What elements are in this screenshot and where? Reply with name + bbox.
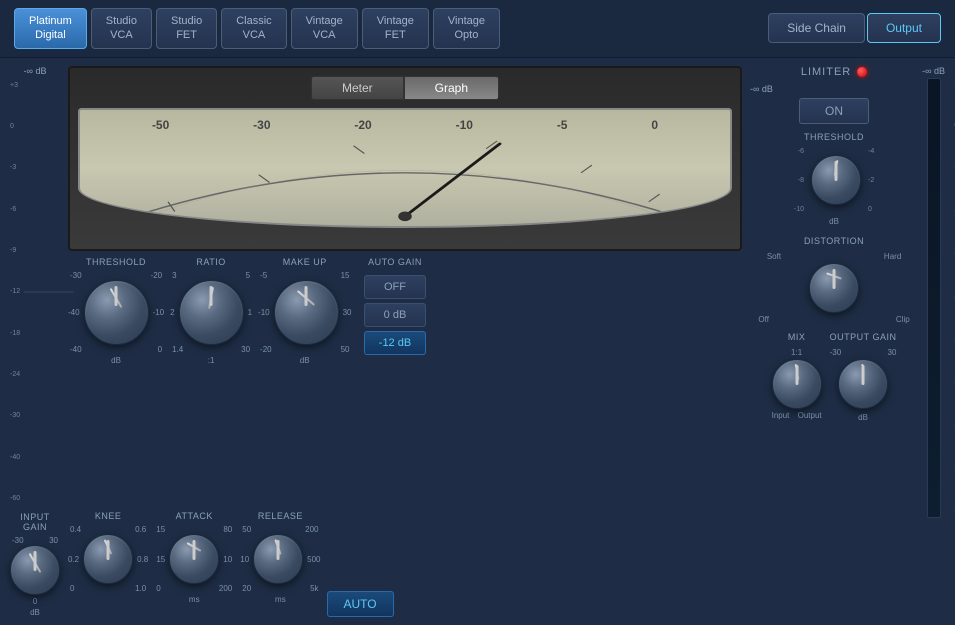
limiter-threshold-unit: dB xyxy=(829,217,839,226)
attack-knob[interactable] xyxy=(169,534,219,584)
threshold-section: THRESHOLD -30 -20 -40 -10 -40 0 dB xyxy=(68,257,164,365)
threshold-scale-bottom: -40 0 xyxy=(68,345,164,354)
ratio-knob[interactable] xyxy=(179,280,244,345)
limiter-led xyxy=(857,67,867,77)
input-gain-knob[interactable] xyxy=(10,545,60,595)
top-right-buttons: Side Chain Output xyxy=(768,13,941,43)
right-section: LIMITER -∞ dB ON THRESHOLD -6 -8 -10 xyxy=(750,66,945,617)
mix-label: MIX xyxy=(788,332,806,342)
ratio-section: RATIO 3 5 2 1 1.4 30 :1 xyxy=(170,257,252,365)
ratio-unit: :1 xyxy=(208,356,215,365)
side-chain-button[interactable]: Side Chain xyxy=(768,13,865,43)
preset-tab-classic-vca[interactable]: Classic VCA xyxy=(221,8,286,49)
input-gain-unit: dB xyxy=(30,608,40,617)
preset-tab-vintage-fet[interactable]: Vintage FET xyxy=(362,8,429,49)
input-gain-range: -30 30 xyxy=(10,536,60,545)
makeup-knob[interactable] xyxy=(274,280,339,345)
right-meter-top: -∞ dB xyxy=(922,66,945,76)
ratio-scale-bottom: 1.4 30 xyxy=(170,345,252,354)
right-vu-meter xyxy=(927,78,941,518)
preset-tab-vintage-opto[interactable]: Vintage Opto xyxy=(433,8,500,49)
main-content: -∞ dB +3 0 -3 -6 -9 -12 -18 -24 -30 -40 … xyxy=(0,58,955,625)
top-bar: Platinum Digital Studio VCA Studio FET C… xyxy=(0,0,955,58)
distortion-knob[interactable] xyxy=(809,263,859,313)
limiter-on-button[interactable]: ON xyxy=(799,98,869,124)
makeup-scale-bottom: -20 50 xyxy=(258,345,351,354)
auto-release-section: AUTO xyxy=(327,531,394,617)
output-gain-label: OUTPUT GAIN xyxy=(830,332,897,342)
release-unit: ms xyxy=(275,595,286,604)
ratio-scale-top: 3 5 xyxy=(170,271,252,280)
preset-tab-studio-fet[interactable]: Studio FET xyxy=(156,8,217,49)
preset-tab-platinum-digital[interactable]: Platinum Digital xyxy=(14,8,87,49)
auto-gain-0db-button[interactable]: 0 dB xyxy=(364,303,426,327)
attack-unit: ms xyxy=(189,595,200,604)
preset-tab-vintage-vca[interactable]: Vintage VCA xyxy=(291,8,358,49)
makeup-label: MAKE UP xyxy=(283,257,327,267)
makeup-unit: dB xyxy=(300,356,310,365)
makeup-section: MAKE UP -5 15 -10 30 -20 50 dB xyxy=(258,257,351,365)
release-knob[interactable] xyxy=(253,534,303,584)
input-gain-label: INPUT GAIN xyxy=(10,512,60,532)
input-gain-value: 0 xyxy=(33,597,37,606)
meter-tab-meter[interactable]: Meter xyxy=(311,76,404,100)
distortion-label: DISTORTION xyxy=(804,236,864,246)
left-vu-meter xyxy=(24,291,74,293)
threshold-knob[interactable] xyxy=(84,280,149,345)
knee-label: KNEE xyxy=(95,511,122,521)
attack-label: ATTACK xyxy=(176,511,213,521)
auto-gain-section: AUTO GAIN OFF 0 dB -12 dB xyxy=(358,257,433,355)
release-label: RELEASE xyxy=(258,511,303,521)
release-section: RELEASE 50 200 10 500 20 5k ms xyxy=(240,511,320,604)
distortion-off-label: Off xyxy=(758,315,769,324)
mix-knob[interactable] xyxy=(772,359,822,409)
limiter-threshold-knob[interactable] xyxy=(811,155,861,205)
limiter-label: LIMITER xyxy=(801,66,851,78)
meter-tab-graph[interactable]: Graph xyxy=(404,76,499,100)
output-gain-unit: dB xyxy=(858,413,868,422)
meter-display-tabs: Meter Graph xyxy=(78,76,732,100)
mix-ratio-label: 1:1 xyxy=(791,348,802,357)
center-section: Meter Graph -50 -30 -20 -10 -5 0 xyxy=(68,66,742,617)
mix-input-label: Input xyxy=(772,411,790,420)
left-meter-top-label: -∞ dB xyxy=(24,66,47,76)
auto-gain-label: AUTO GAIN xyxy=(368,257,422,267)
left-input-meter-strip: -∞ dB +3 0 -3 -6 -9 -12 -18 -24 -30 -40 … xyxy=(10,66,60,617)
threshold-unit: dB xyxy=(111,356,121,365)
output-button[interactable]: Output xyxy=(867,13,941,43)
ratio-label: RATIO xyxy=(196,257,225,267)
auto-gain-off-button[interactable]: OFF xyxy=(364,275,426,299)
output-gain-knob[interactable] xyxy=(838,359,888,409)
preset-tabs: Platinum Digital Studio VCA Studio FET C… xyxy=(14,8,500,49)
limiter-meter-top: -∞ dB xyxy=(750,84,773,94)
auto-gain-12db-button[interactable]: -12 dB xyxy=(364,331,426,355)
makeup-scale-top: -5 15 xyxy=(258,271,351,280)
distortion-soft-label: Soft xyxy=(767,252,781,261)
vu-display: -50 -30 -20 -10 -5 0 xyxy=(78,108,732,228)
distortion-clip-label: Clip xyxy=(896,315,910,324)
knee-knob[interactable] xyxy=(83,534,133,584)
threshold-scale-top: -30 -20 xyxy=(68,271,164,280)
auto-release-button[interactable]: AUTO xyxy=(327,591,394,617)
preset-tab-studio-vca[interactable]: Studio VCA xyxy=(91,8,152,49)
meter-display: Meter Graph -50 -30 -20 -10 -5 0 xyxy=(68,66,742,251)
attack-section: ATTACK 15 80 15 10 0 200 ms xyxy=(154,511,234,604)
limiter-threshold-label: THRESHOLD xyxy=(804,132,864,142)
threshold-label: THRESHOLD xyxy=(86,257,146,267)
mix-output-label: Output xyxy=(798,411,822,420)
knee-section: KNEE 0.4 0.6 0.2 0.8 0 1.0 xyxy=(68,511,148,593)
distortion-hard-label: Hard xyxy=(884,252,901,261)
